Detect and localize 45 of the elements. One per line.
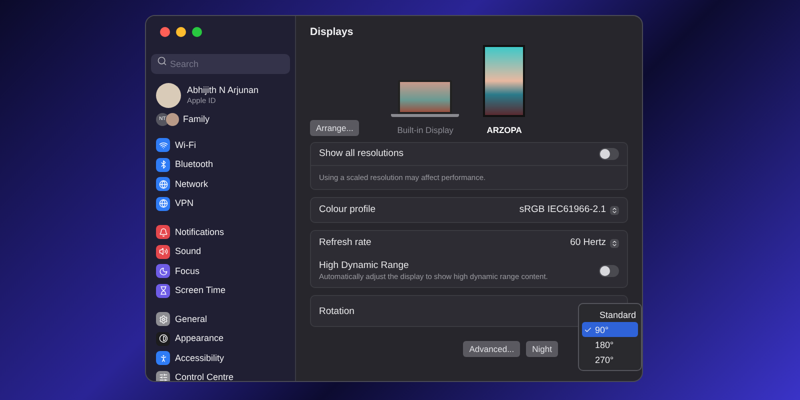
sidebar-item[interactable]: Accessibility	[175, 352, 224, 365]
menu-item[interactable]: 180°	[582, 337, 638, 352]
toggle-switch[interactable]	[599, 148, 619, 160]
search-field[interactable]: Search	[151, 54, 290, 74]
footer-button[interactable]: Advanced...	[463, 341, 520, 357]
sidebar-item[interactable]: Network	[175, 178, 208, 191]
sidebar-item[interactable]: VPN	[175, 197, 194, 210]
sidebar-item[interactable]: Appearance	[175, 332, 224, 346]
sidebar-item[interactable]: Sound	[175, 245, 202, 258]
popup-select[interactable]: sRGB IEC61966-2.1	[519, 204, 619, 216]
laptop-drawing[interactable]	[391, 80, 460, 117]
chevrons-icon	[610, 238, 619, 248]
close-window-button[interactable]	[160, 27, 170, 37]
setting-label: Show all resolutions	[319, 148, 404, 160]
page-title: Displays	[310, 26, 354, 38]
display-name[interactable]: ARZOPA	[486, 124, 522, 136]
sidebar-item[interactable]: Notifications	[175, 226, 224, 239]
menu-item[interactable]: 90°	[582, 322, 638, 337]
checkmark-icon	[584, 326, 592, 334]
setting-label: High Dynamic Range	[319, 260, 410, 272]
chevrons-icon	[610, 206, 619, 214]
sidebar-item[interactable]: Focus	[175, 264, 200, 278]
display-name[interactable]: Built-in Display	[397, 124, 454, 136]
sidebar-item[interactable]: Screen Time	[175, 284, 226, 298]
sidebar-item[interactable]: Wi-Fi	[175, 138, 196, 152]
footer-button[interactable]: Night	[526, 341, 558, 357]
search-icon	[157, 56, 167, 66]
minimize-window-button[interactable]	[176, 27, 186, 37]
zoom-window-button[interactable]	[192, 27, 202, 37]
arrange-button[interactable]: Arrange...	[310, 120, 360, 136]
sidebar-item[interactable]: General	[175, 312, 208, 326]
sidebar-item[interactable]: Control Centre	[175, 371, 234, 381]
setting-label: Colour profile	[319, 204, 376, 216]
sidebar-item[interactable]: Family	[183, 113, 210, 126]
toggle-switch[interactable]	[599, 265, 619, 277]
setting-label: Rotation	[319, 306, 354, 317]
account-name: Abhijith N Arjunan	[187, 85, 259, 96]
avatar	[166, 113, 179, 126]
monitor-drawing[interactable]	[483, 45, 526, 117]
popup-select[interactable]: 60 Hertz	[570, 237, 619, 249]
menu-item[interactable]: Standard	[582, 307, 638, 322]
avatar[interactable]	[156, 83, 181, 108]
setting-label: Refresh rate	[319, 237, 372, 249]
menu-item[interactable]: 270°	[582, 352, 638, 367]
sidebar-item[interactable]: Bluetooth	[175, 158, 214, 172]
